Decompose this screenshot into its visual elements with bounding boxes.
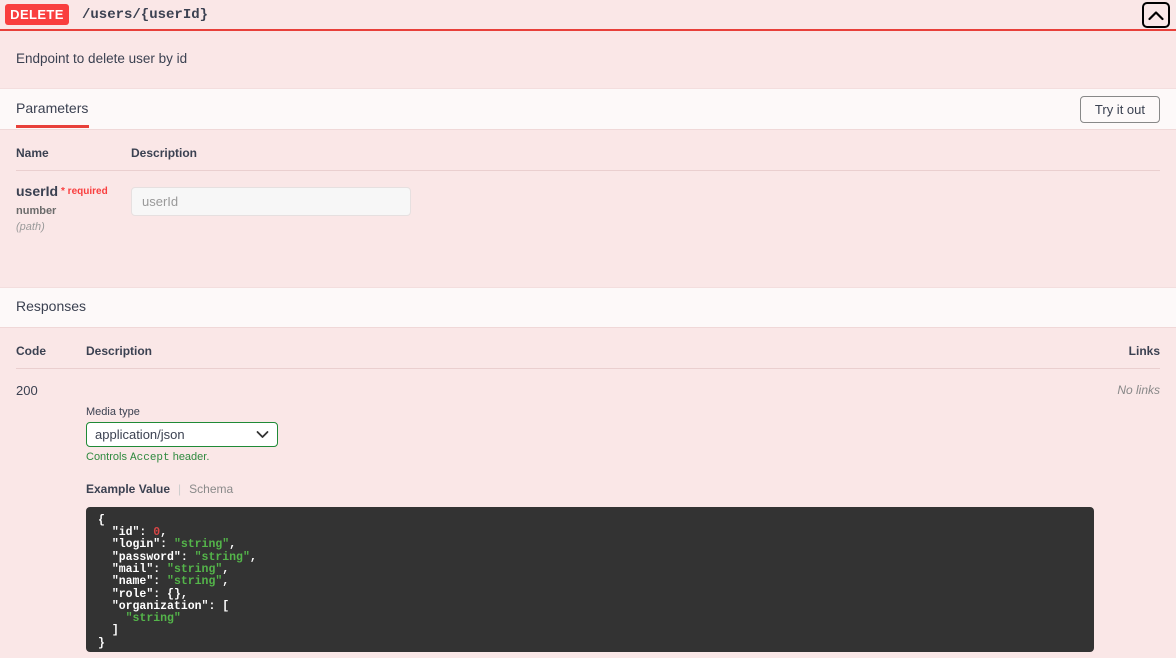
parameter-name: userId * required — [16, 183, 131, 200]
required-marker: * required — [61, 186, 108, 197]
tab-parameters[interactable]: Parameters — [16, 100, 90, 128]
parameter-description-cell — [131, 171, 1160, 233]
example-json: { "id": 0, "login": "string", "password"… — [98, 513, 257, 650]
responses-title: Responses — [16, 298, 87, 315]
parameter-type: number — [16, 204, 57, 217]
media-type-select[interactable]: application/json — [86, 421, 278, 447]
responses-table: Code Description Links 200 No links — [16, 327, 1160, 398]
column-header-code: Code — [16, 327, 86, 369]
operation-path: /users/{userId} — [82, 6, 209, 23]
parameter-location: (path) — [16, 220, 45, 233]
responses-header: Responses — [0, 286, 1176, 328]
response-description-cell — [86, 368, 1100, 398]
response-code: 200 — [16, 382, 38, 398]
chevron-up-icon — [1148, 10, 1164, 21]
tab-divider: | — [178, 481, 182, 496]
operation-block: DELETE /users/{userId} Endpoint to delet… — [0, 0, 1176, 658]
media-hint-code: Accept — [130, 451, 170, 464]
collapse-operation-button[interactable] — [1142, 2, 1170, 28]
media-type-hint: Controls Accept header. — [86, 451, 1160, 464]
column-header-response-description: Description — [86, 327, 1100, 369]
responses-header-row: Code Description Links — [16, 327, 1160, 369]
media-hint-suffix: header. — [169, 450, 210, 463]
try-it-out-button[interactable]: Try it out — [1079, 95, 1160, 123]
media-type-value: application/json — [95, 426, 185, 442]
table-row: 200 No links — [16, 368, 1160, 398]
column-header-links: Links — [1100, 327, 1160, 369]
operation-description: Endpoint to delete user by id — [16, 51, 188, 66]
operation-summary[interactable]: DELETE /users/{userId} — [0, 0, 1176, 31]
userid-input[interactable] — [131, 187, 411, 216]
responses-table-wrap: Code Description Links 200 No links Medi… — [0, 327, 1176, 652]
parameters-header: Parameters Try it out — [0, 88, 1176, 130]
parameters-table-wrap: Name Description userId * required number… — [0, 130, 1176, 233]
media-type-label: Media type — [86, 405, 140, 418]
http-method-badge: DELETE — [5, 4, 69, 25]
media-hint-prefix: Controls — [86, 450, 131, 463]
tab-example-value[interactable]: Example Value — [86, 482, 170, 496]
parameter-name-cell: userId * required number (path) — [16, 171, 131, 233]
parameters-table: Name Description userId * required number… — [16, 130, 1160, 233]
column-header-name: Name — [16, 130, 131, 171]
example-tabs: Example Value | Schema — [86, 482, 1160, 496]
chevron-down-icon — [256, 427, 269, 442]
parameter-name-text: userId — [16, 183, 59, 199]
table-row: userId * required number (path) — [16, 171, 1160, 233]
response-links: No links — [1117, 382, 1160, 397]
column-header-description: Description — [131, 130, 1160, 171]
tab-schema[interactable]: Schema — [189, 482, 233, 496]
response-body: Media type application/json Controls Acc… — [16, 398, 1160, 652]
example-value-code-block: { "id": 0, "login": "string", "password"… — [86, 506, 1094, 652]
parameters-header-row: Name Description — [16, 130, 1160, 171]
